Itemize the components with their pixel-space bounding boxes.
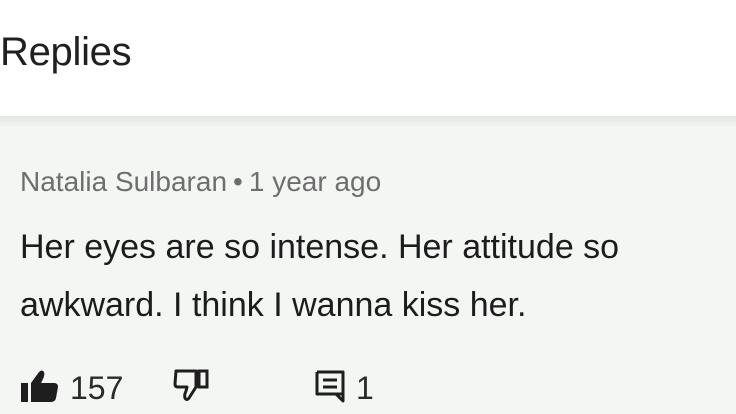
like-count: 157 <box>70 370 124 406</box>
comment-card: Natalia Sulbaran • 1 year ago Her eyes are… <box>0 126 736 414</box>
page-title: Replies <box>0 30 132 74</box>
like-button[interactable]: 157 <box>20 366 123 410</box>
comment-text: Her eyes are so intense. Her attitude so… <box>20 228 620 324</box>
comment-timestamp[interactable]: 1 year ago <box>249 166 381 197</box>
reply-comment-icon <box>314 369 346 408</box>
thumbs-up-icon <box>20 368 60 409</box>
comment-meta: Natalia Sulbaran • 1 year ago <box>20 164 381 200</box>
comment-actions: 157 1 <box>20 366 720 410</box>
section-divider <box>0 116 736 126</box>
reply-button[interactable]: 1 <box>314 366 374 410</box>
meta-separator: • <box>233 166 243 197</box>
thumbs-down-icon <box>172 368 212 409</box>
reply-count: 1 <box>356 370 374 406</box>
dislike-button[interactable] <box>172 366 212 410</box>
replies-header: Replies <box>0 0 736 116</box>
comment-author[interactable]: Natalia Sulbaran <box>20 166 227 197</box>
